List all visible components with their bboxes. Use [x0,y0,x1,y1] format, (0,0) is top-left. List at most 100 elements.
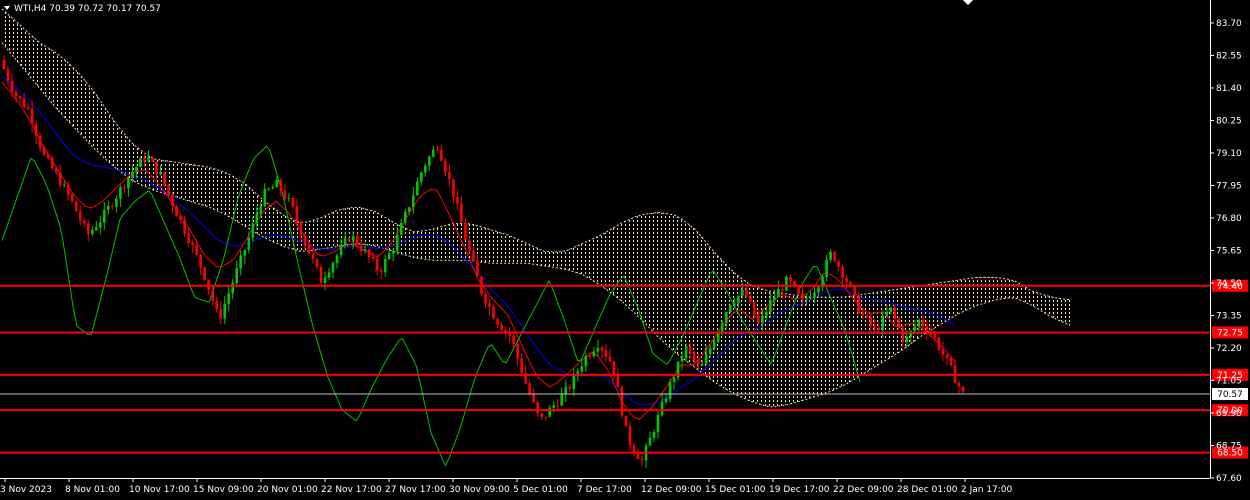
candle-body [408,207,411,212]
candle-body [813,292,816,298]
price-chart[interactable]: 74.4072.7571.2570.0068.5070.57 83.7082.5… [0,0,1250,500]
candle-body [215,301,218,309]
candle-body [632,445,636,453]
x-tick-label: 15 Nov 09:00 [193,485,254,495]
candle-body [817,287,820,293]
candle-body [291,198,295,207]
candle-body [865,315,868,317]
candle-body [648,437,652,446]
candle-body [263,188,267,206]
y-tick-label: 73.35 [1216,311,1242,321]
candle-body [343,238,347,246]
x-tick-label: 22 Dec 09:00 [833,485,894,495]
candle-body [448,172,451,179]
candle-body [672,377,676,382]
candle-body [107,205,110,210]
x-tick-label: 27 Nov 17:00 [385,485,446,495]
candle-body [416,181,419,196]
candle-body [600,347,604,351]
candle-body [46,154,50,158]
y-tick-label: 79.10 [1216,149,1242,159]
candle-body [331,263,335,273]
candle-body [468,239,471,251]
candle-body [239,255,242,269]
candle-body [512,335,515,344]
candle-body [805,298,808,300]
candle-body [620,387,624,416]
candle-body [167,185,170,195]
y-tick-label: 75.65 [1216,246,1242,256]
candle-body [777,289,780,297]
candle-body [881,315,884,330]
candle-body [789,277,792,282]
candle-body [91,229,94,235]
candle-body [62,184,66,186]
candle-body [484,294,487,304]
candle-body [857,295,860,314]
y-tick-label: 72.20 [1216,344,1242,354]
x-tick-label: 10 Nov 17:00 [129,485,190,495]
candle-body [99,222,102,228]
candle-body [87,223,90,235]
candle-body [825,259,828,277]
candle-body [335,255,339,264]
candle-body [387,253,391,260]
candle-body [404,211,407,223]
candle-body [131,171,134,178]
x-tick-label: 2 Jan 17:00 [961,485,1013,495]
candle-body [616,374,620,387]
candle-body [937,337,941,350]
candle-body [901,328,905,342]
candle-body [50,157,54,169]
candle-body [30,108,34,125]
candle-body [604,350,608,357]
candle-body [175,206,178,217]
candle-body [761,315,764,324]
y-tick-label: 80.25 [1216,116,1242,126]
candle-body [183,219,186,234]
candle-body [941,349,945,355]
candle-body [765,312,768,316]
candle-body [111,205,114,207]
candle-body [564,386,568,395]
candle-body [476,260,479,277]
candle-body [917,319,921,327]
candle-body [885,311,889,316]
candle-body [54,168,58,173]
candle-body [279,179,283,191]
candle-body [869,316,872,326]
candle-body [552,405,555,408]
candle-body [837,261,840,267]
candle-body [363,249,367,251]
candle-body [957,382,961,387]
candle-body [66,184,70,195]
candle-body [159,172,162,175]
candle-body [624,415,628,427]
candle-body [171,194,174,207]
candle-body [323,277,327,283]
candle-body [299,221,303,236]
candle-body [195,245,198,255]
candle-body [757,315,760,324]
y-tick-label: 81.40 [1216,84,1242,94]
candle-body [712,341,716,349]
candle-body [692,352,696,361]
candle-body [395,234,399,251]
candle-body [163,172,166,185]
candle-body [14,91,18,97]
candle-body [596,347,600,352]
candle-body [733,303,736,306]
candle-body [367,249,371,257]
y-tick-label: 69.90 [1216,409,1242,419]
candle-body [259,205,263,215]
candle-body [83,220,86,224]
x-tick-label: 28 Dec 01:00 [897,485,958,495]
candle-body [684,346,688,359]
candle-body [773,296,776,301]
candle-body [155,161,158,175]
candle-body [660,402,664,415]
candle-body [488,303,491,307]
candle-body [460,203,463,223]
candle-body [327,272,331,278]
chart-header: WTI,H4 70.39 70.72 70.17 70.57 [4,4,161,14]
